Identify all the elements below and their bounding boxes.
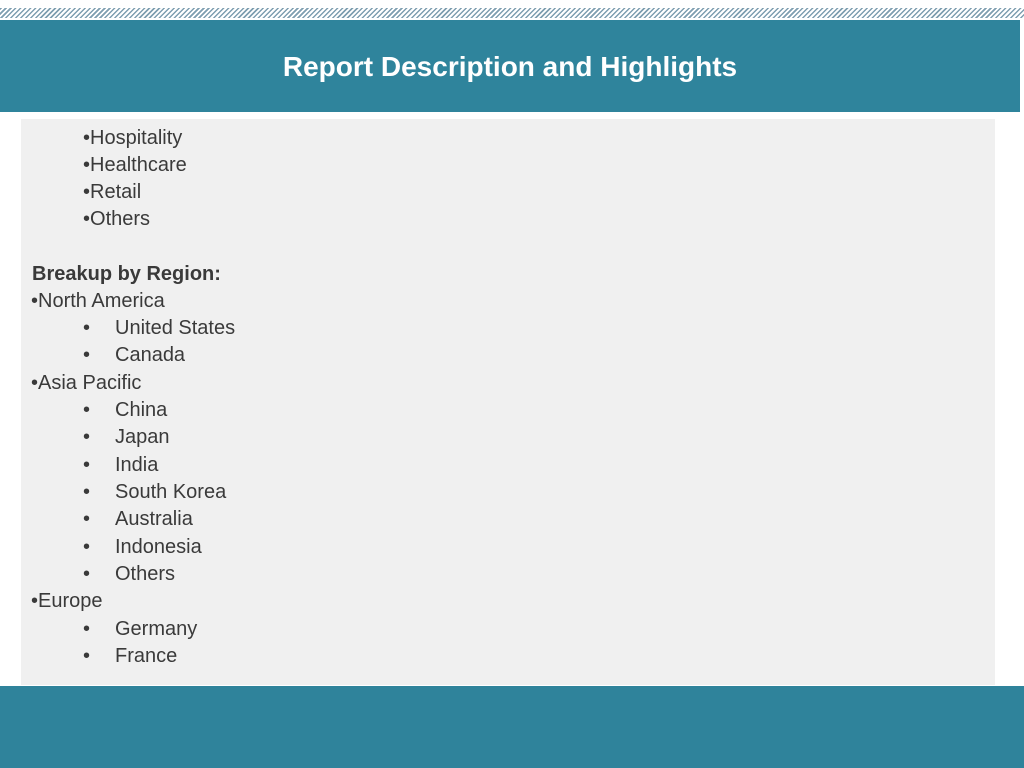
industry-item: •Hospitality xyxy=(83,127,183,149)
bullet-marker: • xyxy=(83,481,91,503)
bullet-marker: • xyxy=(83,508,91,530)
bullet-marker: • xyxy=(83,426,91,448)
country-item: India xyxy=(115,454,159,476)
bullet-marker: • xyxy=(83,399,91,421)
bullet-marker: • xyxy=(83,536,91,558)
industry-item: •Healthcare xyxy=(83,154,187,176)
country-item: Japan xyxy=(115,426,170,448)
region-item: •North America xyxy=(31,290,165,312)
country-item: South Korea xyxy=(115,481,227,503)
slide-title: Report Description and Highlights xyxy=(282,51,738,82)
country-item: Canada xyxy=(115,344,186,366)
country-item: Others xyxy=(115,563,176,585)
bullet-marker: • xyxy=(83,454,91,476)
bullet-marker: • xyxy=(83,645,91,667)
bullet-marker: • xyxy=(83,563,91,585)
region-item: •Europe xyxy=(31,590,103,612)
industry-item: •Others xyxy=(83,208,151,230)
country-item: United States xyxy=(115,317,236,339)
country-item: Indonesia xyxy=(115,536,202,558)
footer-banner xyxy=(0,686,1024,768)
country-item: China xyxy=(115,399,168,421)
decorative-stripe xyxy=(0,8,1024,18)
bullet-marker: • xyxy=(83,317,91,339)
country-item: Australia xyxy=(115,508,193,530)
region-item: •Asia Pacific xyxy=(31,372,142,394)
bullet-marker: • xyxy=(83,618,91,640)
industry-item: •Retail xyxy=(83,181,142,203)
bullet-marker: • xyxy=(83,344,91,366)
country-item: Germany xyxy=(115,618,198,640)
region-heading: Breakup by Region: xyxy=(32,263,221,285)
country-item: France xyxy=(115,645,178,667)
